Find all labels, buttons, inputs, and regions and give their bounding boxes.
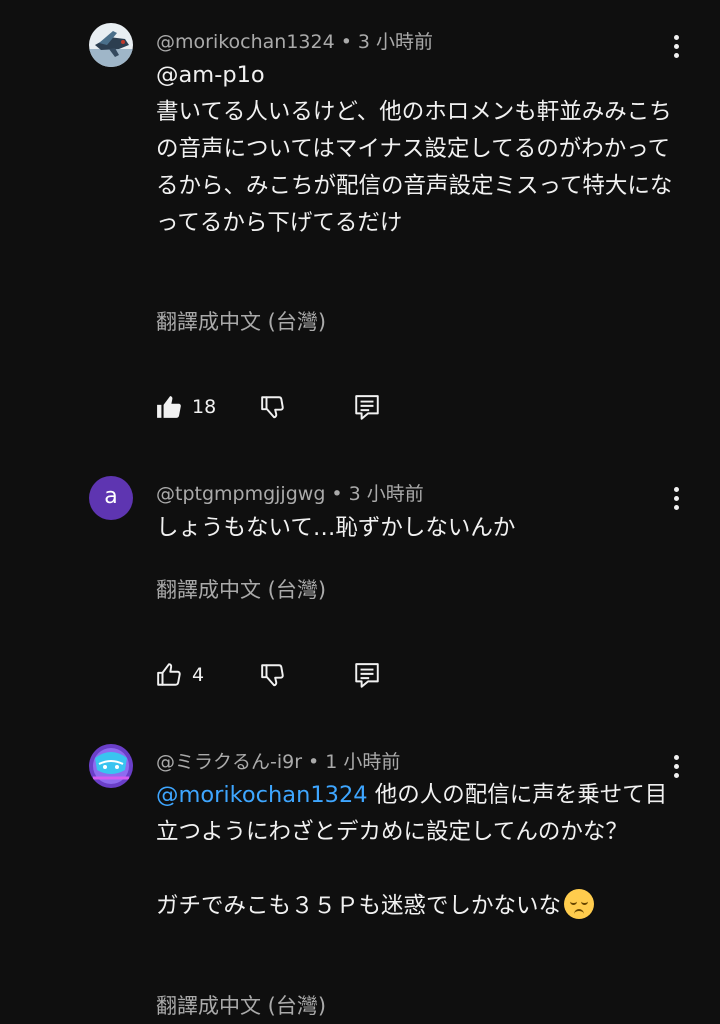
reply-button[interactable] bbox=[354, 394, 380, 422]
meta-separator: • bbox=[308, 751, 320, 773]
avatar[interactable] bbox=[89, 744, 133, 788]
thumbs-down-icon bbox=[261, 664, 284, 687]
comment-author[interactable]: @morikochan1324 bbox=[156, 31, 335, 53]
comment-text-secondary: ガチでみこも３５Ｐも迷惑でしかないな bbox=[156, 893, 562, 919]
translate-button[interactable]: 翻譯成中文 (台灣) bbox=[156, 574, 326, 604]
translate-button[interactable]: 翻譯成中文 (台灣) bbox=[156, 990, 326, 1020]
translate-button[interactable]: 翻譯成中文 (台灣) bbox=[156, 306, 326, 336]
like-count: 4 bbox=[192, 664, 205, 686]
mention-link[interactable]: @morikochan1324 bbox=[156, 782, 368, 808]
comment-body: しょうもないて…恥ずかしないんか bbox=[156, 510, 676, 547]
dislike-button[interactable] bbox=[260, 394, 286, 420]
reply-button[interactable] bbox=[354, 662, 380, 690]
thumbs-down-icon bbox=[261, 396, 284, 419]
avatar[interactable]: a bbox=[89, 476, 133, 520]
reply-icon bbox=[355, 395, 379, 420]
reply-icon bbox=[355, 663, 379, 688]
comment-text: しょうもないて…恥ずかしないんか bbox=[156, 515, 516, 541]
comment-body: @am-p1o 書いてる人いるけど、他のホロメンも軒並みみこちの音声についてはマ… bbox=[156, 57, 676, 242]
comment-time[interactable]: 3 小時前 bbox=[358, 31, 433, 53]
comment-text: 書いてる人いるけど、他のホロメンも軒並みみこちの音声についてはマイナス設定してる… bbox=[156, 99, 673, 236]
comment-body: @morikochan1324 他の人の配信に声を乗せて目立つようにわざとデカめ… bbox=[156, 777, 676, 925]
comment-meta: @tptgmpmgjjgwg • 3 小時前 bbox=[156, 479, 424, 506]
pensive-face-icon bbox=[564, 889, 595, 919]
like-count: 18 bbox=[192, 396, 217, 418]
like-button[interactable]: 4 bbox=[156, 662, 204, 688]
avatar[interactable] bbox=[89, 23, 133, 67]
comment-author[interactable]: @ミラクるん-i9r bbox=[156, 751, 302, 773]
comment-meta: @ミラクるん-i9r • 1 小時前 bbox=[156, 747, 400, 774]
comment-meta: @morikochan1324 • 3 小時前 bbox=[156, 27, 433, 54]
comment-time[interactable]: 1 小時前 bbox=[325, 751, 400, 773]
meta-separator: • bbox=[331, 483, 343, 505]
reply-to-handle: @am-p1o bbox=[156, 62, 265, 88]
more-actions-icon[interactable] bbox=[664, 483, 688, 513]
meta-separator: • bbox=[340, 31, 352, 53]
comment-time[interactable]: 3 小時前 bbox=[349, 483, 424, 505]
thumbs-up-icon bbox=[157, 663, 181, 686]
comment-author[interactable]: @tptgmpmgjjgwg bbox=[156, 483, 325, 505]
thumbs-up-filled-icon bbox=[157, 396, 181, 418]
dislike-button[interactable] bbox=[260, 662, 286, 688]
like-button[interactable]: 18 bbox=[156, 394, 216, 420]
